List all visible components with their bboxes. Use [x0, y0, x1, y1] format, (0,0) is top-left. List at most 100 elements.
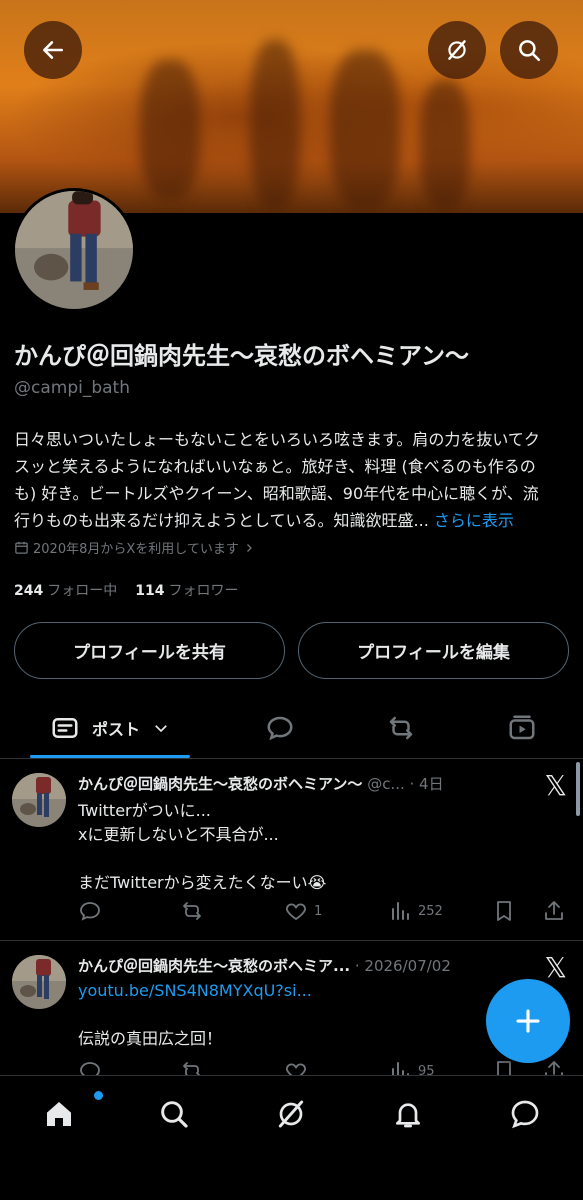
reply-icon: [80, 1062, 100, 1075]
post-actions: 95: [78, 1059, 570, 1075]
bookmark-icon: [497, 1061, 511, 1075]
bookmark-icon: [497, 901, 511, 921]
bio-more-link[interactable]: さらに表示: [434, 511, 514, 530]
chat-icon: [511, 1100, 539, 1129]
nav-messages[interactable]: [503, 1094, 547, 1134]
back-arrow-icon: [43, 41, 63, 59]
share-button[interactable]: [542, 1059, 566, 1075]
bookmark-button[interactable]: [492, 899, 516, 923]
handle: @campi_bath: [14, 378, 130, 398]
joined-text: 2020年8月からXを利用しています: [33, 542, 239, 557]
calendar-icon: [15, 541, 28, 554]
display-name: かんぴ＠回鍋肉先生〜哀愁のボヘミアン〜: [14, 342, 470, 370]
following-count: 244: [14, 583, 44, 599]
nav-grok[interactable]: [269, 1094, 313, 1134]
share-profile-button[interactable]: プロフィールを共有: [14, 622, 285, 679]
post-avatar[interactable]: [12, 773, 66, 827]
grok-icon: [448, 40, 466, 60]
nav-home[interactable]: [37, 1094, 81, 1134]
avatar-image: [15, 191, 133, 309]
followers-label: フォロワー: [168, 583, 239, 599]
post-item[interactable]: かんぴ＠回鍋肉先生〜哀愁のボヘミアン〜 @c... · 4日 𝕏 Twitter…: [0, 758, 583, 940]
share-icon: [545, 1061, 563, 1075]
chevron-right-icon: [246, 543, 252, 552]
compose-button[interactable]: [486, 979, 570, 1063]
view-count: 252: [418, 903, 443, 919]
like-button[interactable]: [284, 1059, 308, 1075]
repost-button[interactable]: [180, 1059, 204, 1075]
heart-icon: [286, 1063, 306, 1075]
post-avatar[interactable]: [12, 955, 66, 1009]
post-body: youtu.be/SNS4N8MYXqU?si... 伝説の真田広之回！: [78, 979, 312, 1051]
following-link[interactable]: 244 フォロー中: [14, 580, 117, 600]
plus-icon: [516, 1009, 540, 1033]
search-icon: [519, 40, 541, 62]
nav-notifications[interactable]: [386, 1094, 430, 1134]
following-label: フォロー中: [47, 583, 118, 599]
follow-stats: 244 フォロー中 114 フォロワー: [14, 580, 238, 600]
reply-button[interactable]: [78, 899, 102, 923]
followers-count: 114: [135, 583, 165, 599]
share-icon: [545, 901, 563, 920]
bio-line: も) 好き。ビートルズやクイーン、昭和歌謡、90年代を中心に聴くが、流: [14, 484, 539, 503]
repost-icon: [183, 1062, 201, 1075]
chevron-down-icon: [155, 725, 167, 733]
home-icon: [47, 1102, 71, 1126]
post-author-name[interactable]: かんぴ＠回鍋肉先生〜哀愁のボヘミアン〜: [78, 775, 362, 793]
like-button[interactable]: 1: [284, 899, 322, 923]
reply-icon: [267, 716, 293, 741]
post-link[interactable]: youtu.be/SNS4N8MYXqU?si...: [78, 979, 312, 1003]
like-count: 1: [314, 903, 323, 919]
back-button[interactable]: [24, 21, 82, 79]
bookmark-button[interactable]: [492, 1059, 516, 1075]
notification-dot: [94, 1091, 103, 1100]
tab-media[interactable]: [497, 700, 547, 756]
views-button[interactable]: 95: [388, 1059, 435, 1075]
bio: 日々思いついたしょーもないことをいろいろ呟きます。肩の力を抜いてク スッと笑える…: [14, 426, 572, 534]
grok-icon: [278, 1100, 304, 1128]
views-button[interactable]: 252: [388, 899, 443, 923]
post-line: Twitterがついに...: [78, 801, 211, 820]
repost-icon: [183, 902, 201, 920]
post-line: 伝説の真田広之回！: [78, 1029, 223, 1048]
bio-line: 行りものも出来るだけ抑えようとしている。知識欲旺盛...: [14, 511, 429, 530]
view-count: 95: [418, 1063, 435, 1076]
repost-icon: [389, 716, 413, 740]
search-button[interactable]: [500, 21, 558, 79]
nav-search[interactable]: [152, 1094, 196, 1134]
tab-reposts[interactable]: [376, 700, 426, 756]
grok-button[interactable]: [428, 21, 486, 79]
edit-profile-button[interactable]: プロフィールを編集: [298, 622, 569, 679]
scrollbar[interactable]: [576, 762, 580, 816]
video-icon: [509, 715, 535, 740]
post-header: かんぴ＠回鍋肉先生〜哀愁のボヘミア... · 2026/07/02: [78, 955, 451, 976]
post-meta: · 2026/07/02: [354, 957, 451, 975]
repost-button[interactable]: [180, 899, 204, 923]
tab-posts-label: ポスト: [91, 720, 140, 739]
post-line: xに更新しないと不具合が...: [78, 825, 279, 844]
post-meta: @c... · 4日: [367, 775, 444, 793]
share-button[interactable]: [542, 899, 566, 923]
profile-avatar[interactable]: [12, 188, 136, 312]
post-line: まだTwitterから変えたくなーい😭: [78, 873, 327, 892]
posts-icon: [52, 718, 78, 738]
post-actions: 1 252: [78, 899, 570, 925]
joined-date[interactable]: 2020年8月からXを利用しています: [14, 538, 255, 557]
search-icon: [161, 1101, 188, 1128]
bio-line: スッと笑えるようになればいいなぁと。旅好き、料理 (食べるのも作るの: [14, 457, 536, 476]
x-logo-icon: 𝕏: [544, 769, 567, 802]
followers-link[interactable]: 114 フォロワー: [135, 580, 238, 600]
profile-banner[interactable]: [0, 0, 583, 213]
views-icon: [392, 1062, 409, 1075]
tab-replies[interactable]: [255, 700, 305, 756]
bio-line: 日々思いついたしょーもないことをいろいろ呟きます。肩の力を抜いてク: [14, 430, 540, 449]
bottom-nav: [0, 1075, 583, 1200]
views-icon: [392, 902, 409, 920]
post-author-name[interactable]: かんぴ＠回鍋肉先生〜哀愁のボヘミア...: [78, 957, 350, 975]
reply-button[interactable]: [78, 1059, 102, 1075]
tab-posts[interactable]: ポスト: [40, 700, 180, 756]
reply-icon: [80, 902, 100, 921]
bell-icon: [396, 1103, 420, 1128]
post-body: Twitterがついに... xに更新しないと不具合が... まだTwitter…: [78, 799, 326, 895]
x-logo-icon: 𝕏: [544, 951, 567, 984]
